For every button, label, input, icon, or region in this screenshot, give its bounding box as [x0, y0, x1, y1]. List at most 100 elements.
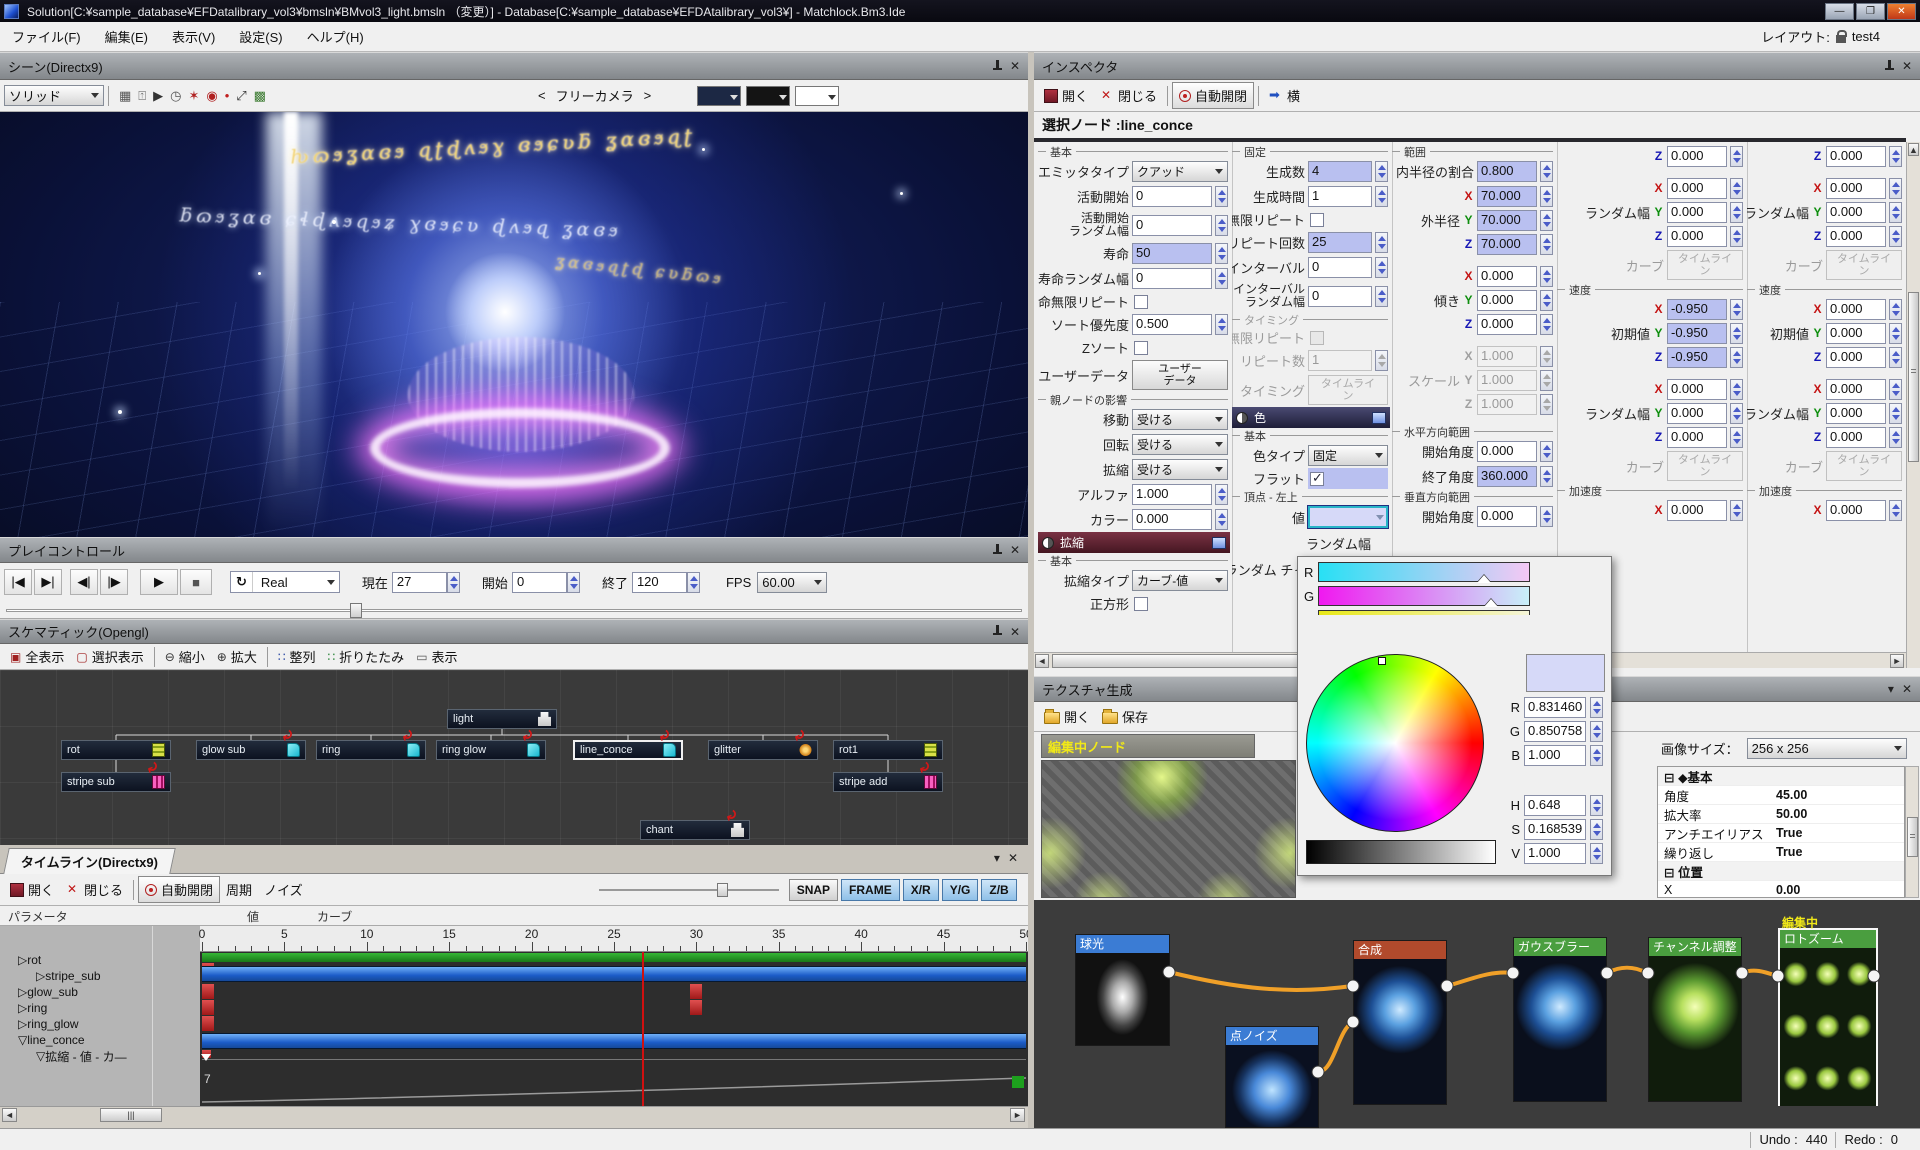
- loop-toggle[interactable]: ↻: [231, 572, 253, 592]
- curve-end-marker[interactable]: [1012, 1076, 1024, 1088]
- dropdown[interactable]: カーブ-値: [1132, 570, 1228, 591]
- pin-icon[interactable]: [1885, 60, 1894, 73]
- slider-marker[interactable]: [1484, 599, 1498, 607]
- value-field[interactable]: 0.000: [1826, 323, 1886, 344]
- value-field[interactable]: 0: [1308, 257, 1372, 278]
- inspector-open-button[interactable]: 開く: [1038, 83, 1094, 108]
- zb-button[interactable]: Z/B: [981, 879, 1016, 901]
- prop-row-X[interactable]: X0.00: [1658, 881, 1904, 898]
- b-spinner[interactable]: [1590, 745, 1603, 766]
- slider-marker[interactable]: [1477, 575, 1491, 583]
- spinner[interactable]: [1215, 484, 1228, 505]
- spinner[interactable]: [1730, 178, 1743, 199]
- schematic-表示-button[interactable]: ▭表示: [410, 644, 463, 669]
- spinner[interactable]: [1889, 226, 1902, 247]
- go-last-button[interactable]: ▶|: [34, 569, 62, 595]
- spinner[interactable]: [1540, 266, 1553, 287]
- timeline-hscrollbar[interactable]: ◄ ||| ►: [0, 1106, 1028, 1122]
- schematic-node-rot[interactable]: rot: [61, 740, 171, 760]
- value-field[interactable]: 0.000: [1477, 441, 1537, 462]
- inspector-autoopen-button[interactable]: 自動開閉: [1172, 82, 1254, 109]
- texture-preview[interactable]: [1041, 760, 1296, 898]
- emitter-red-icon[interactable]: ✶: [188, 88, 199, 104]
- play-icon[interactable]: ▶: [153, 88, 163, 104]
- spinner[interactable]: [1889, 500, 1902, 521]
- spinner[interactable]: [1540, 506, 1553, 527]
- spinner[interactable]: [1375, 286, 1388, 307]
- expand-triangle[interactable]: ▷: [18, 953, 27, 967]
- spinner[interactable]: [1889, 427, 1902, 448]
- spinner[interactable]: [1540, 346, 1553, 367]
- slider-thumb[interactable]: [717, 883, 728, 897]
- current-frame-spinner[interactable]: [447, 572, 460, 593]
- scroll-left-arrow[interactable]: ◄: [1035, 654, 1049, 668]
- spinner[interactable]: [1540, 234, 1553, 255]
- camera-next-button[interactable]: >: [638, 85, 658, 106]
- spinner[interactable]: [1889, 403, 1902, 424]
- blue-gradient-slider[interactable]: [1318, 610, 1530, 615]
- value-field[interactable]: 1: [1308, 350, 1372, 371]
- texture-open-button[interactable]: 開く: [1038, 704, 1096, 729]
- property-grid-scrollbar[interactable]: [1905, 766, 1919, 898]
- scroll-thumb[interactable]: |||: [100, 1108, 162, 1122]
- scroll-thumb[interactable]: [1908, 292, 1919, 462]
- play-slider[interactable]: [0, 601, 1028, 619]
- schematic-折りたたみ-button[interactable]: ∷折りたたみ: [322, 644, 411, 669]
- value-field[interactable]: -0.950: [1667, 323, 1727, 344]
- value-field[interactable]: 0.000: [1826, 379, 1886, 400]
- value-field[interactable]: 1.000: [1477, 394, 1537, 415]
- shading-mode-dropdown[interactable]: ソリッド: [4, 85, 104, 106]
- value-field[interactable]: 0.000: [1826, 427, 1886, 448]
- green-gradient-slider[interactable]: [1318, 586, 1530, 606]
- r-spinner[interactable]: [1590, 697, 1603, 718]
- dropdown-icon[interactable]: ▾: [1888, 682, 1894, 696]
- spinner[interactable]: [1730, 427, 1743, 448]
- timeline-open-button[interactable]: 開く: [4, 877, 60, 902]
- stop-button[interactable]: ■: [180, 569, 212, 595]
- camera-selector[interactable]: フリーカメラ: [556, 86, 634, 105]
- expand-triangle[interactable]: ▷: [18, 1001, 27, 1015]
- value-field[interactable]: 0.000: [1477, 290, 1537, 311]
- spinner[interactable]: [1540, 394, 1553, 415]
- yg-button[interactable]: Y/G: [942, 879, 979, 901]
- value-field[interactable]: 0.000: [1826, 500, 1886, 521]
- schematic-canvas[interactable]: lightrotglow sub↷ring↷ring glow↷line_con…: [0, 670, 1028, 845]
- spinner[interactable]: [1730, 299, 1743, 320]
- scroll-left-arrow[interactable]: ◄: [2, 1108, 17, 1122]
- value-field[interactable]: 0.000: [1826, 202, 1886, 223]
- v-field[interactable]: 1.000: [1524, 843, 1586, 864]
- spinner[interactable]: [1215, 243, 1228, 264]
- close-panel-icon[interactable]: ✕: [1008, 851, 1018, 865]
- value-field[interactable]: 0: [1132, 268, 1212, 289]
- image-size-dropdown[interactable]: 256 x 256: [1747, 738, 1907, 759]
- prop-row-角度[interactable]: 角度45.00: [1658, 786, 1904, 805]
- tree-item-拡縮 - 値 - カ―[interactable]: ▽ 拡縮 - 値 - カ―: [0, 1048, 200, 1064]
- spinner[interactable]: [1375, 257, 1388, 278]
- camera-prev-button[interactable]: <: [532, 85, 552, 106]
- spinner[interactable]: [1730, 226, 1743, 247]
- checkbox[interactable]: [1134, 341, 1148, 355]
- inspector-horizontal-button[interactable]: 横: [1263, 83, 1306, 108]
- checkbox[interactable]: [1310, 331, 1324, 345]
- value-field[interactable]: 1.000: [1132, 484, 1212, 505]
- spinner[interactable]: [1540, 290, 1553, 311]
- texture-node-graph[interactable]: 球光点ノイズ合成ガウスブラーチャンネル調整編集中ロトズーム: [1034, 900, 1920, 1128]
- value-field[interactable]: 0.000: [1826, 226, 1886, 247]
- spinner[interactable]: [1540, 210, 1553, 231]
- pin-icon[interactable]: [993, 544, 1002, 557]
- prop-row-拡大率[interactable]: 拡大率50.00: [1658, 805, 1904, 824]
- value-field[interactable]: 0.000: [1667, 226, 1727, 247]
- value-field[interactable]: 0: [1308, 286, 1372, 307]
- g-spinner[interactable]: [1590, 721, 1603, 742]
- camera-red-icon[interactable]: ◉: [206, 88, 217, 104]
- close-panel-icon[interactable]: ✕: [1010, 543, 1020, 557]
- step-forward-button[interactable]: |▶: [100, 569, 128, 595]
- value-field[interactable]: 0.000: [1667, 146, 1727, 167]
- spinner[interactable]: [1540, 161, 1553, 182]
- spinner[interactable]: [1215, 314, 1228, 335]
- menu-ヘルプ(H)[interactable]: ヘルプ(H): [295, 22, 376, 51]
- expand-triangle[interactable]: ▷: [18, 1017, 27, 1031]
- expand-triangle[interactable]: ▷: [18, 985, 27, 999]
- spinner[interactable]: [1730, 347, 1743, 368]
- spinner[interactable]: [1730, 379, 1743, 400]
